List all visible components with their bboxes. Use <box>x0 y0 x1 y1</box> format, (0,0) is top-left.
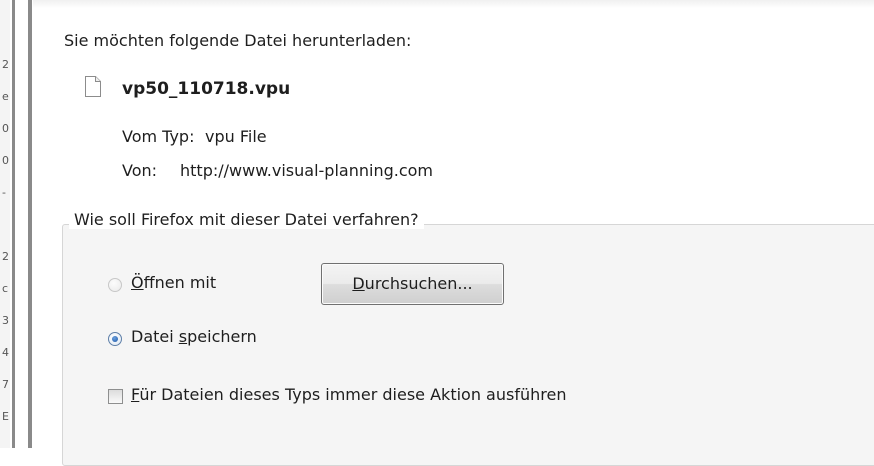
file-type-label: Vom Typ: <box>122 127 195 146</box>
intro-text: Sie möchten folgende Datei herunterladen… <box>64 31 412 50</box>
download-dialog: Sie möchten folgende Datei herunterladen… <box>33 0 874 466</box>
background-text-fragment: - <box>2 186 6 199</box>
dialog-top-edge <box>33 0 874 8</box>
file-type-value: vpu File <box>205 127 267 146</box>
always-do-checkbox[interactable] <box>108 389 123 404</box>
browse-mnemonic: D <box>352 274 365 293</box>
background-text-fragment: c <box>2 282 9 295</box>
background-window-edge: 2 e 0 0 - 2 c 3 4 7 E <box>0 0 10 448</box>
background-text-fragment: 0 <box>2 122 9 135</box>
background-text-fragment: 7 <box>2 378 9 391</box>
background-text-fragment: 3 <box>2 314 9 327</box>
background-text-fragment: 2 <box>2 58 9 71</box>
browse-label-text: urchsuchen... <box>364 274 473 293</box>
browse-button[interactable]: Durchsuchen... <box>321 263 504 305</box>
open-with-radio[interactable] <box>108 278 122 292</box>
background-text-fragment: e <box>2 90 9 103</box>
save-file-label-text: Datei <box>131 327 179 346</box>
always-do-label-text: ür Dateien dieses Typs immer diese Aktio… <box>139 385 567 404</box>
save-file-mnemonic: s <box>178 327 188 346</box>
always-do-label[interactable]: Für Dateien dieses Typs immer diese Akti… <box>131 385 566 404</box>
save-file-label-text-end: peichern <box>187 327 257 346</box>
open-with-label[interactable]: Öffnen mit <box>131 273 216 292</box>
file-source-value: http://www.visual-planning.com <box>180 161 433 180</box>
save-file-label[interactable]: Datei speichern <box>131 327 257 346</box>
window-border <box>12 0 15 448</box>
open-with-label-text: ffnen mit <box>143 273 217 292</box>
window-border <box>28 0 32 448</box>
file-source-label: Von: <box>122 161 158 180</box>
background-text-fragment: 0 <box>2 154 9 167</box>
action-groupbox-legend: Wie soll Firefox mit dieser Datei verfah… <box>69 210 424 229</box>
save-file-radio[interactable] <box>108 332 122 346</box>
file-icon <box>85 76 101 97</box>
background-text-fragment: 2 <box>2 250 9 263</box>
file-name: vp50_110718.vpu <box>122 79 291 99</box>
background-text-fragment: 4 <box>2 346 9 359</box>
background-text-fragment: E <box>2 410 9 423</box>
open-with-mnemonic: Ö <box>131 273 144 292</box>
